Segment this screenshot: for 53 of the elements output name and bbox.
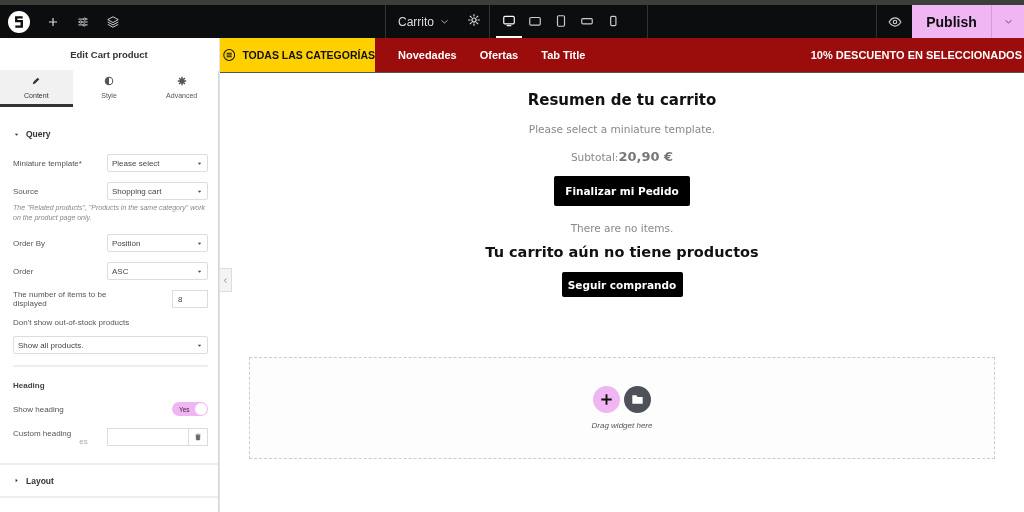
field-label: Don't show out-of-stock products xyxy=(13,317,130,327)
nav-link[interactable]: Tab Title xyxy=(518,49,586,61)
layers-icon[interactable] xyxy=(106,14,120,29)
subtotal-text: Subtotal:20,90 € xyxy=(570,149,674,164)
drop-hint: Drag widget here xyxy=(591,421,653,430)
gear-icon xyxy=(176,75,187,86)
publish-button[interactable]: Publish xyxy=(912,5,991,38)
nav-link[interactable]: Novedades xyxy=(375,49,457,61)
collapse-panel-handle[interactable] xyxy=(220,268,232,292)
checkout-button[interactable]: Finalizar mi Pedido xyxy=(554,176,690,206)
trash-icon[interactable] xyxy=(194,433,202,441)
select-field[interactable]: Show all products. xyxy=(13,336,208,354)
language-tag: es xyxy=(79,436,88,446)
add-widget-icon[interactable] xyxy=(593,386,620,413)
empty-cart-title: Tu carrito aún no tiene productos xyxy=(485,244,759,260)
section-toggle[interactable]: Query xyxy=(0,119,218,149)
nav-link[interactable]: Ofertas xyxy=(456,49,519,61)
select-field[interactable]: Shopping cart xyxy=(107,182,208,200)
select-field[interactable]: ASC xyxy=(107,262,208,280)
field-label: Miniature template* xyxy=(13,158,82,168)
select-field[interactable]: Position xyxy=(107,234,208,252)
eye-icon xyxy=(887,14,902,29)
page-selector[interactable]: Carrito xyxy=(386,14,459,29)
logo-icon[interactable] xyxy=(8,10,30,33)
field-label: Order By xyxy=(13,238,45,248)
promo-text: 10% DESCUENTO EN SELECCIONADOS xyxy=(810,49,1023,61)
categories-menu[interactable]: TODAS LAS CATEGORÍAS xyxy=(220,38,375,72)
pencil-icon xyxy=(31,75,42,86)
panel-title: Edit Cart product xyxy=(69,47,149,62)
caret-right-icon xyxy=(13,477,20,484)
chevron-left-icon xyxy=(222,276,229,284)
cart-title: Resumen de tu carrito xyxy=(527,91,717,109)
notice-text: Please select a miniature template. xyxy=(528,123,716,135)
sliders-icon[interactable] xyxy=(76,14,90,29)
field-label: Source xyxy=(13,186,39,196)
field-label: Order xyxy=(13,266,34,276)
section-toggle[interactable]: Layout xyxy=(0,465,218,496)
chevron-down-icon xyxy=(1003,17,1013,26)
field-label: The number of items to be displayed xyxy=(13,290,108,308)
folder-icon[interactable] xyxy=(624,386,651,413)
number-field[interactable]: 8 xyxy=(172,290,208,308)
group-heading: Heading xyxy=(13,365,208,395)
select-field[interactable]: Please select xyxy=(107,154,208,172)
continue-shopping-button[interactable]: Seguir comprando xyxy=(561,272,683,297)
settings-icon[interactable] xyxy=(467,13,481,27)
field-label: Custom heading xyxy=(13,428,72,440)
contrast-icon xyxy=(104,75,114,86)
desktop-icon xyxy=(502,13,516,28)
field-label: Show heading xyxy=(13,404,64,414)
chevron-down-icon xyxy=(440,17,449,26)
text-field[interactable] xyxy=(107,428,208,446)
empty-text: There are no items. xyxy=(570,222,674,234)
tablet-icon xyxy=(554,13,568,28)
